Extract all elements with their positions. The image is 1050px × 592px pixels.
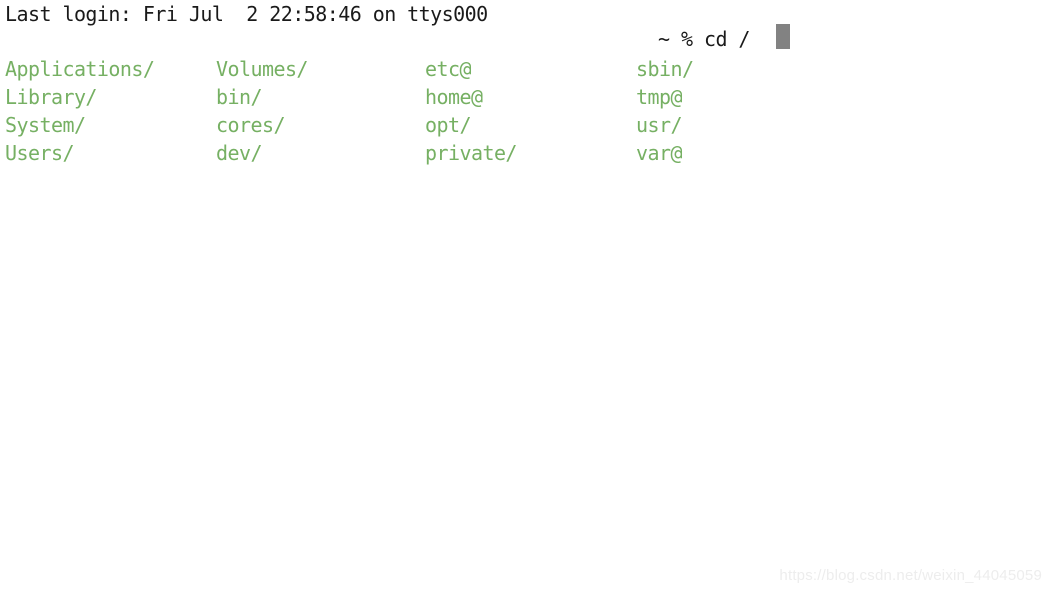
ls-entry: sbin/ <box>636 57 694 81</box>
ls-entry: etc@ <box>425 57 472 81</box>
ls-entry: usr/ <box>636 113 683 137</box>
ls-entry: bin/ <box>216 85 263 109</box>
ls-entry: var@ <box>636 141 683 165</box>
terminal-window[interactable]: Last login: Fri Jul 2 22:58:46 on ttys00… <box>0 0 1050 592</box>
ls-entry: System/ <box>5 113 86 137</box>
ls-entry: cores/ <box>216 113 286 137</box>
ls-output-row: System/cores/opt/usr/ <box>0 111 1050 139</box>
prompt-command-text: ~ % cd / <box>658 27 750 51</box>
text-cursor[interactable] <box>776 24 790 49</box>
ls-entry: tmp@ <box>636 85 683 109</box>
ls-entry: dev/ <box>216 141 263 165</box>
ls-entry: private/ <box>425 141 517 165</box>
ls-entry: Applications/ <box>5 57 155 81</box>
ls-entry: opt/ <box>425 113 472 137</box>
ls-output-grid: Applications/Volumes/etc@ sbin/Library/bi… <box>0 55 1050 167</box>
ls-entry: Volumes/ <box>216 57 308 81</box>
prompt-line: ~ % cd / <box>0 26 1050 52</box>
ls-output-row: Users/dev/private/var@ <box>0 139 1050 167</box>
ls-entry: Library/ <box>5 85 97 109</box>
ls-entry: home@ <box>425 85 483 109</box>
ls-output-row: Library/bin/home@ tmp@ <box>0 83 1050 111</box>
ls-output-row: Applications/Volumes/etc@ sbin/ <box>0 55 1050 83</box>
last-login-line: Last login: Fri Jul 2 22:58:46 on ttys00… <box>5 2 488 26</box>
redacted-hostname-mosaic <box>0 28 650 48</box>
ls-entry: Users/ <box>5 141 75 165</box>
watermark: https://blog.csdn.net/weixin_44045059 <box>779 567 1042 584</box>
